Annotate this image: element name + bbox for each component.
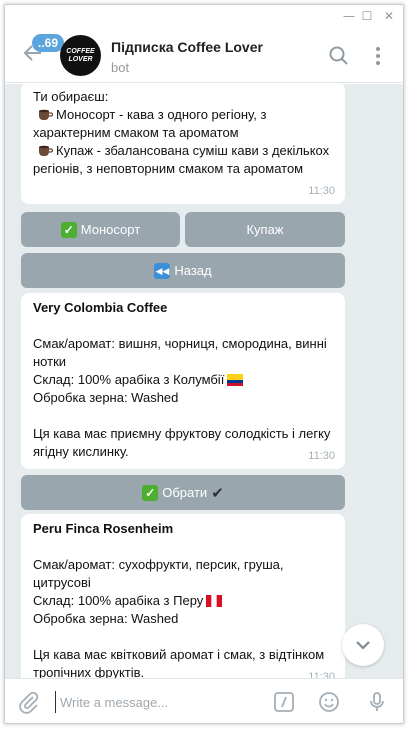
scroll-down-button[interactable] — [342, 624, 384, 666]
coffee-composition: Склад: 100% арабіка з Перу — [33, 593, 204, 608]
blend-button[interactable]: Купаж — [185, 212, 345, 247]
coffee-title: Peru Finca Rosenheim — [33, 521, 174, 536]
maximize-icon[interactable]: ☐ — [357, 8, 377, 24]
coffee-cup-icon — [39, 145, 53, 156]
check-mark-icon: ✓ — [142, 484, 159, 501]
message-mono-line: Моносорт - кава з одного регіону, з хара… — [33, 106, 333, 142]
chat-area[interactable]: Ти обираєш: Моносорт - кава з одного рег… — [5, 84, 403, 678]
chat-header: ..69 COFFEE LOVER Підписка Coffee Lover … — [5, 27, 403, 83]
message-input-bar — [5, 678, 403, 723]
paperclip-icon[interactable] — [17, 690, 41, 714]
telegram-window: — ☐ ✕ ..69 COFFEE LOVER Підписка Coffee … — [4, 4, 404, 724]
coffee-description: Ця кава має квітковий аромат і смак, з в… — [33, 647, 328, 678]
slash-commands-icon[interactable] — [272, 690, 296, 714]
message-bubble-peru: Peru Finca Rosenheim Смак/аромат: сухофр… — [21, 514, 345, 678]
coffee-composition: Склад: 100% арабіка з Колумбії — [33, 372, 225, 387]
back-button[interactable]: ◀◀ Назад — [21, 253, 345, 288]
rewind-icon: ◀◀ — [154, 262, 171, 279]
smiley-icon[interactable] — [317, 690, 341, 714]
minimize-icon[interactable]: — — [339, 8, 359, 24]
message-time: 11:30 — [308, 450, 335, 462]
message-time: 11:30 — [308, 185, 335, 197]
microphone-icon[interactable] — [365, 690, 389, 714]
message-time: 11:30 — [308, 671, 335, 678]
unread-badge: ..69 — [32, 34, 65, 52]
search-icon[interactable] — [328, 45, 350, 67]
coffee-composition-line: Склад: 100% арабіка з Колумбії — [33, 371, 333, 389]
avatar-line-1: COFFEE — [66, 47, 95, 55]
unread-count: 69 — [44, 36, 59, 50]
coffee-title: Very Colombia Coffee — [33, 300, 168, 315]
coffee-cup-icon — [39, 109, 53, 120]
message-blend-text: Купаж - збалансована суміш кави з декіль… — [33, 143, 333, 176]
colombia-flag-icon — [227, 374, 244, 386]
choose-button[interactable]: ✓ Обрати ✔ — [21, 475, 345, 510]
coffee-taste: Смак/аромат: сухофрукти, персик, груша, … — [33, 557, 288, 590]
peru-flag-icon — [206, 595, 223, 607]
message-intro: Ти обираєш: — [33, 89, 109, 104]
more-vertical-icon[interactable] — [367, 45, 389, 67]
window-titlebar: — ☐ ✕ — [5, 5, 403, 27]
choose-button-label: Обрати — [162, 485, 208, 500]
message-blend-line: Купаж - збалансована суміш кави з декіль… — [33, 142, 333, 178]
check-mark-icon: ✓ — [60, 221, 77, 238]
message-mono-text: Моносорт - кава з одного регіону, з хара… — [33, 107, 271, 140]
mono-button-label: Моносорт — [80, 222, 141, 237]
blend-button-label: Купаж — [246, 222, 284, 237]
coffee-taste: Смак/аромат: вишня, чорниця, смородина, … — [33, 336, 331, 369]
coffee-description: Ця кава має приємну фруктову солодкість … — [33, 426, 335, 459]
heavy-check-icon: ✔ — [211, 484, 224, 502]
chat-status: bot — [111, 60, 130, 75]
avatar[interactable]: COFFEE LOVER — [60, 35, 101, 76]
message-input[interactable] — [55, 691, 255, 713]
chevron-down-icon — [356, 641, 370, 650]
message-bubble-choice: Ти обираєш: Моносорт - кава з одного рег… — [21, 84, 345, 204]
back-button-label: Назад — [174, 263, 212, 278]
mono-button[interactable]: ✓ Моносорт — [21, 212, 180, 247]
message-bubble-colombia: Very Colombia Coffee Смак/аромат: вишня,… — [21, 293, 345, 469]
avatar-line-2: LOVER — [68, 55, 93, 63]
chat-title[interactable]: Підписка Coffee Lover — [111, 39, 263, 55]
coffee-processing: Обробка зерна: Washed — [33, 390, 179, 405]
coffee-processing: Обробка зерна: Washed — [33, 611, 179, 626]
coffee-composition-line: Склад: 100% арабіка з Перу — [33, 592, 333, 610]
close-icon[interactable]: ✕ — [379, 8, 399, 24]
